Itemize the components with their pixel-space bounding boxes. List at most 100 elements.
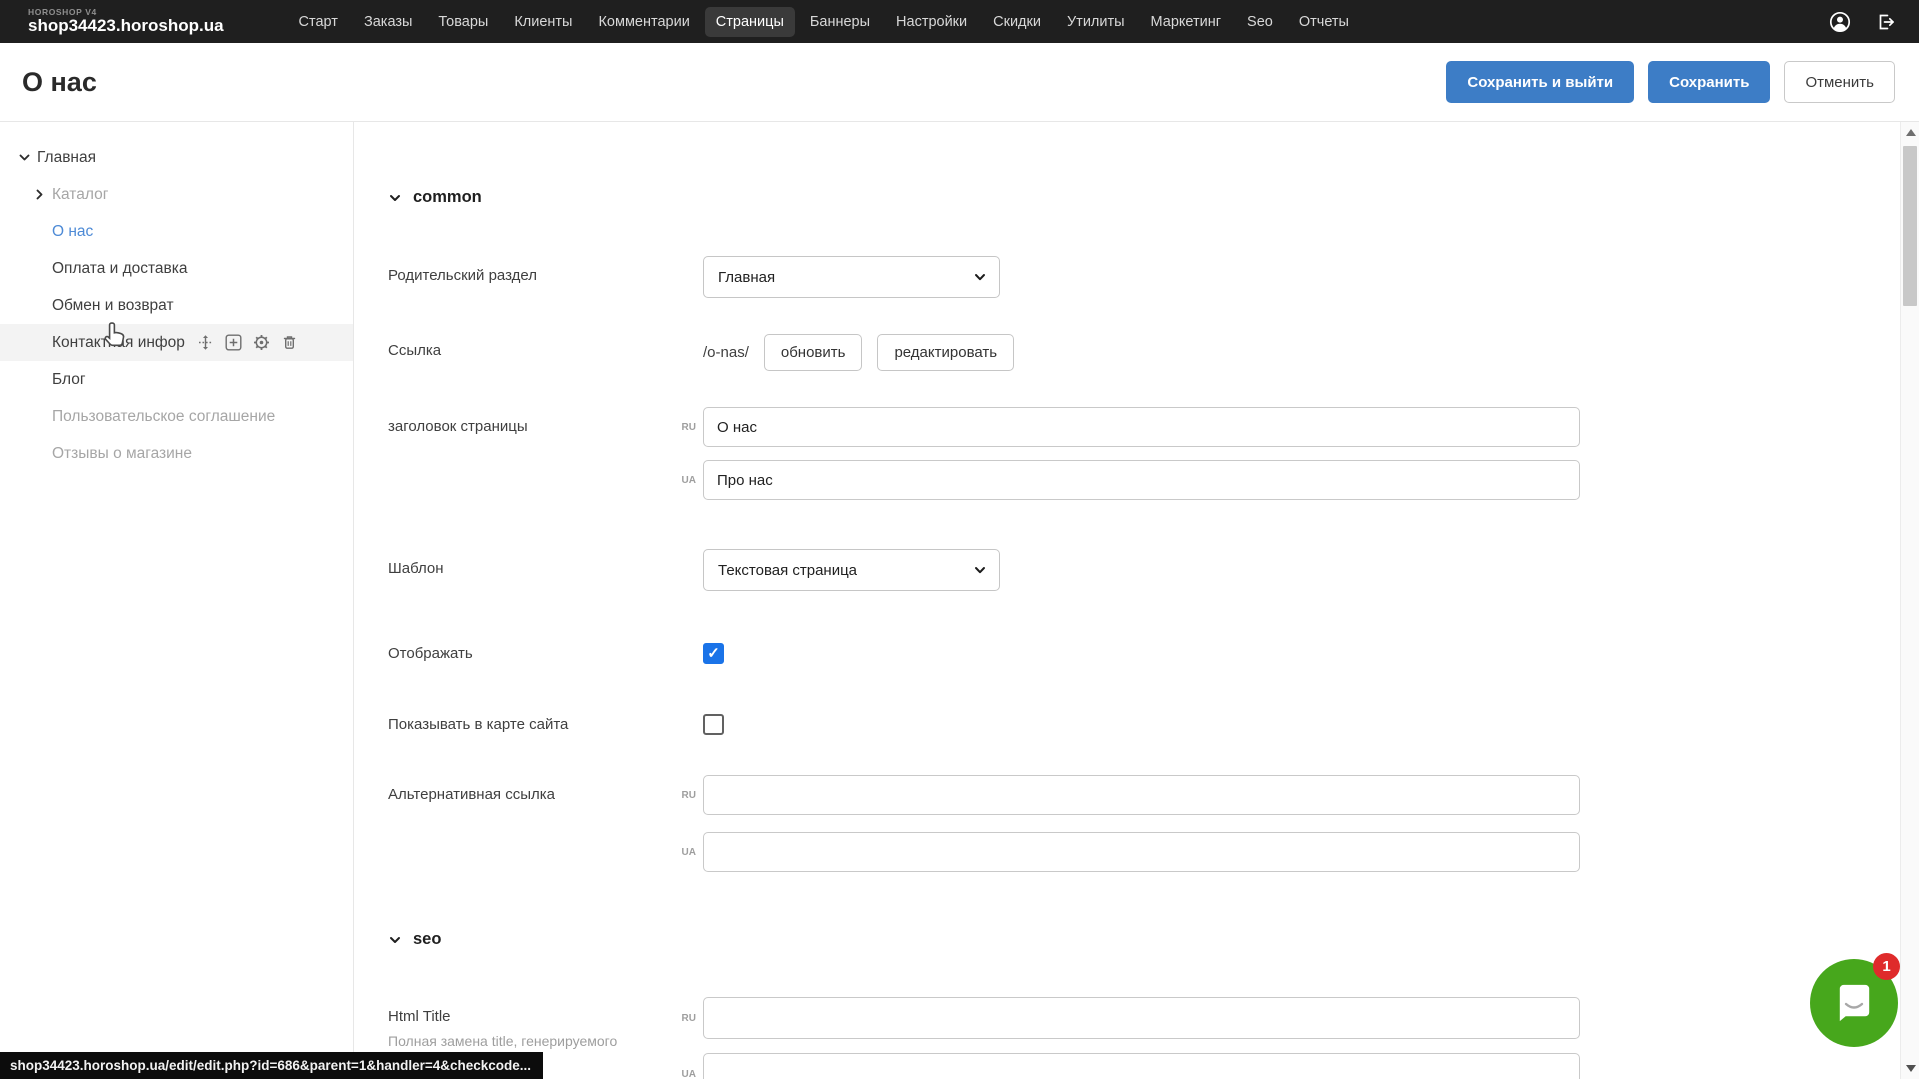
field-label: Альтернативная ссылка xyxy=(388,775,703,872)
chevron-down-icon xyxy=(973,270,987,284)
sidebar-item-label: Оплата и доставка xyxy=(52,260,188,278)
page-header: О нас Сохранить и выйти Сохранить Отмени… xyxy=(0,43,1919,121)
select-value: Текстовая страница xyxy=(718,562,857,579)
chevron-down-icon xyxy=(388,933,402,947)
lang-ua-badge: UA xyxy=(672,475,696,486)
nav-item-settings[interactable]: Настройки xyxy=(885,7,978,37)
section-seo-header[interactable]: seo xyxy=(388,930,1900,949)
display-row: Отображать ✓ xyxy=(388,643,1900,664)
html-title-ua-input[interactable] xyxy=(703,1053,1580,1079)
scroll-down-arrow[interactable] xyxy=(1901,1060,1919,1077)
refresh-link-button[interactable]: обновить xyxy=(764,334,863,371)
chat-unread-badge: 1 xyxy=(1873,953,1900,980)
nav-item-reports[interactable]: Отчеты xyxy=(1288,7,1360,37)
parent-section-row: Родительский раздел Главная xyxy=(388,256,1900,298)
nav-item-start[interactable]: Старт xyxy=(288,7,349,37)
sidebar-item-katalog[interactable]: Каталог xyxy=(0,176,353,213)
nav-item-pages[interactable]: Страницы xyxy=(705,7,795,37)
header-action-buttons: Сохранить и выйти Сохранить Отменить xyxy=(1446,61,1895,103)
lang-ua-badge: UA xyxy=(672,1069,696,1079)
sitemap-checkbox[interactable] xyxy=(703,714,724,735)
select-value: Главная xyxy=(718,269,775,286)
nav-item-banners[interactable]: Баннеры xyxy=(799,7,881,37)
field-label: Отображать xyxy=(388,645,703,662)
nav-item-utilities[interactable]: Утилиты xyxy=(1056,7,1136,37)
page-title: О нас xyxy=(22,67,97,98)
chat-widget: 1 xyxy=(1810,959,1898,1047)
sidebar-item-obmen-i-vozvrat[interactable]: Обмен и возврат xyxy=(0,287,353,324)
sidebar-item-polzovatelskoe-soglashenie[interactable]: Пользовательское соглашение xyxy=(0,398,353,435)
logout-icon[interactable] xyxy=(1875,11,1897,33)
field-label: Ссылка xyxy=(388,334,703,371)
main-menu: Старт Заказы Товары Клиенты Комментарии … xyxy=(286,7,1362,37)
move-icon[interactable] xyxy=(197,334,214,351)
display-checkbox[interactable]: ✓ xyxy=(703,643,724,664)
top-navigation-bar: HOROSHOP V4 shop34423.horoshop.ua Старт … xyxy=(0,0,1919,43)
chevron-right-icon[interactable] xyxy=(33,188,52,201)
field-label: Родительский раздел xyxy=(388,256,703,298)
alt-link-ua-input[interactable] xyxy=(703,832,1580,872)
parent-section-select[interactable]: Главная xyxy=(703,256,1000,298)
lang-ua-badge: UA xyxy=(672,847,696,858)
page-title-ru-input[interactable] xyxy=(703,407,1580,447)
field-hint: Полная замена title, генерируемого xyxy=(388,1032,638,1050)
alt-link-ru-input[interactable] xyxy=(703,775,1580,815)
sidebar-item-label: Каталог xyxy=(52,186,108,204)
nav-item-marketing[interactable]: Маркетинг xyxy=(1140,7,1233,37)
lang-ru-badge: RU xyxy=(672,790,696,801)
field-label: Показывать в карте сайта xyxy=(388,716,703,733)
nav-item-comments[interactable]: Комментарии xyxy=(587,7,700,37)
chat-bubble-icon xyxy=(1831,980,1877,1026)
logo-domain-label: shop34423.horoshop.ua xyxy=(28,17,224,35)
edit-link-button[interactable]: редактировать xyxy=(877,334,1014,371)
chevron-down-icon[interactable] xyxy=(18,151,37,164)
link-status-tooltip: shop34423.horoshop.ua/edit/edit.php?id=6… xyxy=(0,1052,543,1079)
nav-item-seo[interactable]: Seo xyxy=(1236,7,1284,37)
add-icon[interactable] xyxy=(225,334,242,351)
html-title-ru-input[interactable] xyxy=(703,997,1580,1039)
sidebar-item-glavnaya[interactable]: Главная xyxy=(0,139,353,176)
sidebar-item-label: Пользовательское соглашение xyxy=(52,408,275,426)
template-select[interactable]: Текстовая страница xyxy=(703,549,1000,591)
scroll-up-arrow[interactable] xyxy=(1901,124,1919,141)
sidebar-item-blog[interactable]: Блог xyxy=(0,361,353,398)
vertical-scrollbar[interactable] xyxy=(1900,122,1919,1079)
page-title-ua-input[interactable] xyxy=(703,460,1580,500)
lang-ru-badge: RU xyxy=(672,1013,696,1024)
nav-item-discounts[interactable]: Скидки xyxy=(982,7,1052,37)
check-icon: ✓ xyxy=(707,646,720,661)
sidebar-item-label: Блог xyxy=(52,371,86,389)
sidebar-item-label: Главная xyxy=(37,149,96,167)
sidebar-item-label: Отзывы о магазине xyxy=(52,445,192,463)
nav-item-clients[interactable]: Клиенты xyxy=(503,7,583,37)
field-label: заголовок страницы xyxy=(388,407,703,500)
content-area: Главная Каталог О нас Оплата и доставка … xyxy=(0,121,1919,1079)
template-row: Шаблон Текстовая страница xyxy=(388,549,1900,591)
sidebar-item-label: Контактная инфор xyxy=(52,334,185,352)
account-icon[interactable] xyxy=(1829,11,1851,33)
app-logo[interactable]: HOROSHOP V4 shop34423.horoshop.ua xyxy=(28,8,224,35)
section-title: common xyxy=(413,188,482,207)
nav-item-products[interactable]: Товары xyxy=(427,7,499,37)
sidebar-item-oplata-i-dostavka[interactable]: Оплата и доставка xyxy=(0,250,353,287)
save-and-exit-button[interactable]: Сохранить и выйти xyxy=(1446,61,1634,103)
sidebar-item-otzyvy-o-magazine[interactable]: Отзывы о магазине xyxy=(0,435,353,472)
sidebar-item-label: О нас xyxy=(52,223,93,241)
trash-icon[interactable] xyxy=(281,334,298,351)
nav-item-orders[interactable]: Заказы xyxy=(353,7,423,37)
sidebar-item-kontaktnaya-infor[interactable]: Контактная инфор xyxy=(0,324,353,361)
lang-ru-badge: RU xyxy=(672,422,696,433)
save-button[interactable]: Сохранить xyxy=(1648,61,1770,103)
link-path-value: /o-nas/ xyxy=(703,344,749,361)
alt-link-row: Альтернативная ссылка RU UA xyxy=(388,775,1900,872)
page-title-row: заголовок страницы RU UA xyxy=(388,407,1900,500)
sidebar-item-label: Обмен и возврат xyxy=(52,297,174,315)
topbar-right-icons xyxy=(1829,11,1897,33)
link-row: Ссылка /o-nas/ обновить редактировать xyxy=(388,334,1900,371)
field-label: Шаблон xyxy=(388,549,703,591)
cancel-button[interactable]: Отменить xyxy=(1784,61,1895,103)
section-common-header[interactable]: common xyxy=(388,188,1900,207)
sidebar-item-o-nas[interactable]: О нас xyxy=(0,213,353,250)
gear-icon[interactable] xyxy=(253,334,270,351)
scrollbar-thumb[interactable] xyxy=(1903,146,1917,306)
